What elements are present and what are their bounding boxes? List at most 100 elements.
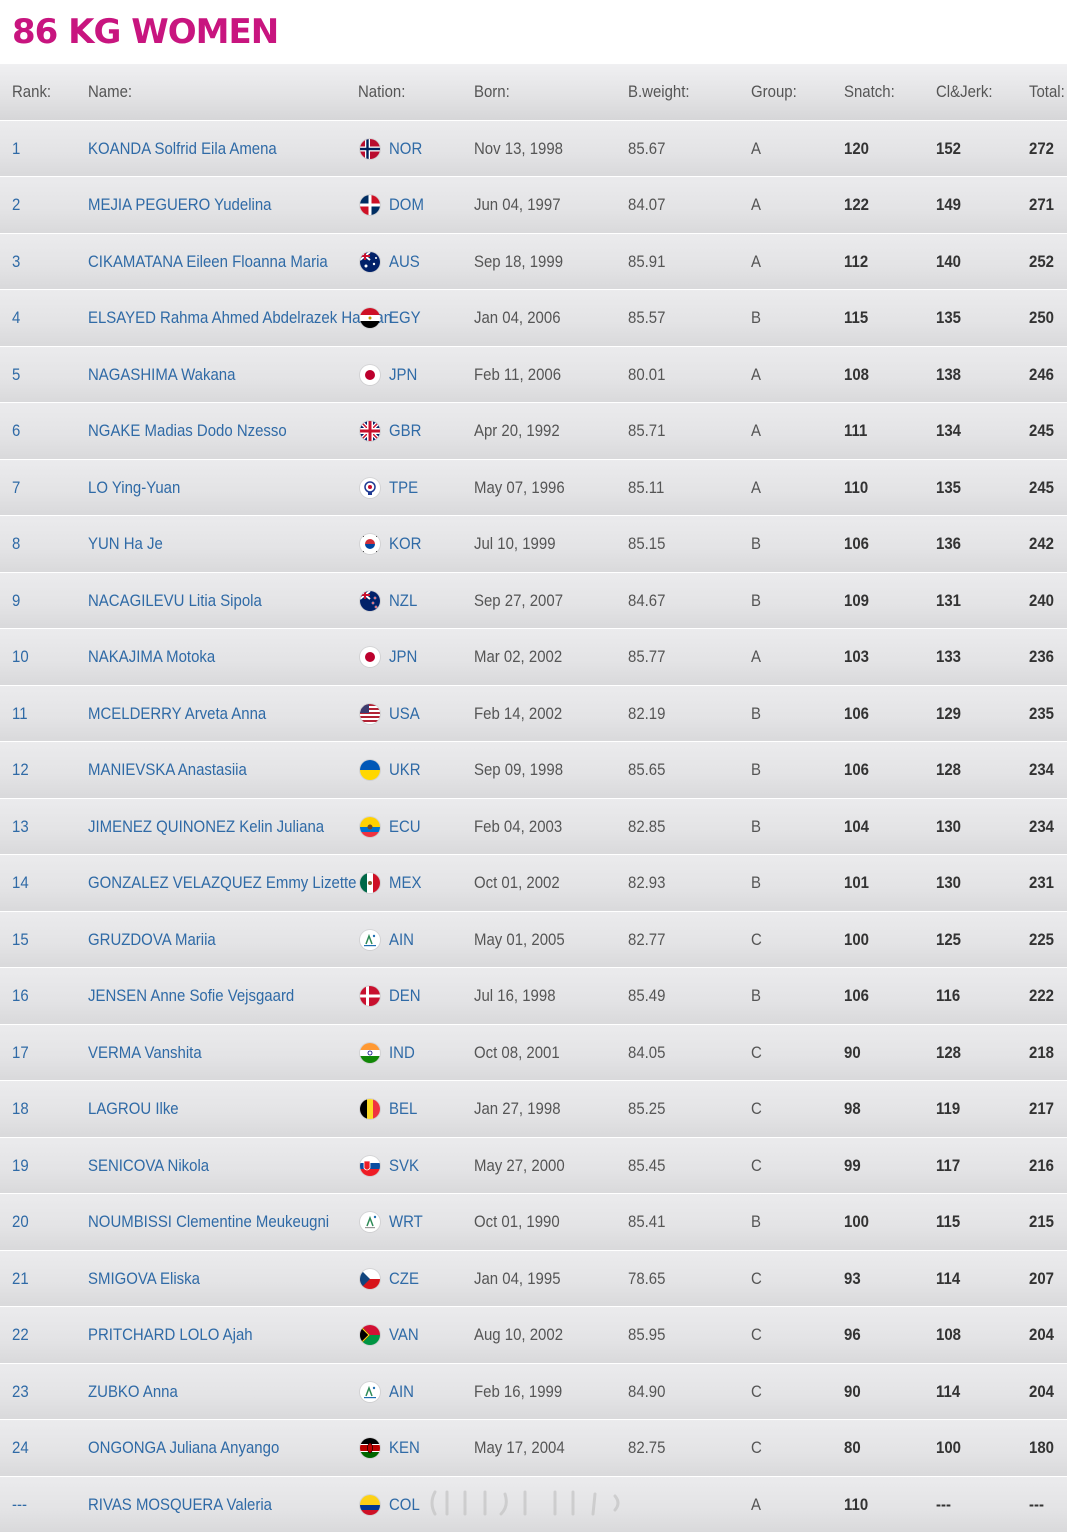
header-clean-jerk[interactable]: Cl&Jerk: [936, 64, 993, 120]
nation-code-link[interactable]: NZL [389, 573, 417, 629]
snatch-cell: 96 [844, 1307, 861, 1363]
group-cell: B [751, 799, 761, 855]
athlete-name-link[interactable]: MANIEVSKA Anastasiia [88, 742, 247, 798]
rank-cell[interactable]: 24 [12, 1420, 29, 1476]
athlete-name-link[interactable]: ONGONGA Juliana Anyango [88, 1420, 279, 1476]
table-row: 16JENSEN Anne Sofie VejsgaardDENJul 16, … [0, 968, 1067, 1025]
snatch-cell: 103 [844, 629, 869, 685]
slovakia-flag-icon [360, 1156, 380, 1176]
rank-cell[interactable]: 20 [12, 1194, 29, 1250]
athlete-name-link[interactable]: RIVAS MOSQUERA Valeria [88, 1477, 272, 1533]
nation-code-link[interactable]: EGY [389, 290, 421, 346]
clean-jerk-cell: 128 [936, 1025, 961, 1081]
athlete-name-link[interactable]: NACAGILEVU Litia Sipola [88, 573, 262, 629]
denmark-flag-icon [360, 986, 380, 1006]
nation-code-link[interactable]: AIN [389, 912, 414, 968]
rank-cell[interactable]: 16 [12, 968, 29, 1024]
header-name[interactable]: Name: [88, 64, 132, 120]
header-bodyweight[interactable]: B.weight: [628, 64, 690, 120]
athlete-name-link[interactable]: SENICOVA Nikola [88, 1138, 209, 1194]
rank-cell[interactable]: --- [12, 1477, 27, 1533]
athlete-name-link[interactable]: JENSEN Anne Sofie Vejsgaard [88, 968, 294, 1024]
header-born[interactable]: Born: [474, 64, 510, 120]
bodyweight-cell: 85.25 [628, 1081, 665, 1137]
athlete-name-link[interactable]: KOANDA Solfrid Eila Amena [88, 121, 277, 177]
athlete-name-link[interactable]: NGAKE Madias Dodo Nzesso [88, 403, 287, 459]
nation-code-link[interactable]: CZE [389, 1251, 419, 1307]
rank-cell[interactable]: 6 [12, 403, 20, 459]
nation-code-link[interactable]: DOM [389, 177, 424, 233]
nation-code-link[interactable]: KEN [389, 1420, 420, 1476]
rank-cell[interactable]: 3 [12, 234, 20, 290]
nation-code-link[interactable]: BEL [389, 1081, 417, 1137]
table-row: 19SENICOVA NikolaSVKMay 27, 200085.45C99… [0, 1138, 1067, 1195]
rank-cell[interactable]: 4 [12, 290, 20, 346]
rank-cell[interactable]: 22 [12, 1307, 29, 1363]
rank-cell[interactable]: 11 [12, 686, 28, 742]
nation-code-link[interactable]: SVK [389, 1138, 419, 1194]
rank-cell[interactable]: 1 [12, 121, 20, 177]
bodyweight-cell: 85.41 [628, 1194, 665, 1250]
header-snatch[interactable]: Snatch: [844, 64, 895, 120]
rank-cell[interactable]: 2 [12, 177, 20, 233]
group-cell: A [751, 347, 761, 403]
rank-cell[interactable]: 15 [12, 912, 29, 968]
nation-code-link[interactable]: KOR [389, 516, 421, 572]
athlete-name-link[interactable]: JIMENEZ QUINONEZ Kelin Juliana [88, 799, 324, 855]
rank-cell[interactable]: 14 [12, 855, 29, 911]
rank-cell[interactable]: 18 [12, 1081, 29, 1137]
nation-code-link[interactable]: UKR [389, 742, 421, 798]
nation-code-link[interactable]: GBR [389, 403, 421, 459]
rank-cell[interactable]: 13 [12, 799, 29, 855]
bodyweight-cell: 85.67 [628, 121, 665, 177]
athlete-name-link[interactable]: VERMA Vanshita [88, 1025, 202, 1081]
header-group[interactable]: Group: [751, 64, 797, 120]
great-britain-flag-icon [360, 421, 380, 441]
nation-code-link[interactable]: AIN [389, 1364, 414, 1420]
nation-code-link[interactable]: COL [389, 1477, 420, 1533]
nation-code-link[interactable]: JPN [389, 629, 417, 685]
nation-code-link[interactable]: AUS [389, 234, 420, 290]
rank-cell[interactable]: 8 [12, 516, 20, 572]
athlete-name-link[interactable]: ZUBKO Anna [88, 1364, 178, 1420]
clean-jerk-cell: 134 [936, 403, 961, 459]
athlete-name-link[interactable]: YUN Ha Je [88, 516, 163, 572]
header-nation[interactable]: Nation: [358, 64, 405, 120]
nation-code-link[interactable]: ECU [389, 799, 421, 855]
athlete-name-link[interactable]: PRITCHARD LOLO Ajah [88, 1307, 253, 1363]
rank-cell[interactable]: 10 [12, 629, 29, 685]
athlete-name-link[interactable]: NAGASHIMA Wakana [88, 347, 235, 403]
nation-code-link[interactable]: VAN [389, 1307, 419, 1363]
rank-cell[interactable]: 7 [12, 460, 20, 516]
nation-code-link[interactable]: IND [389, 1025, 415, 1081]
athlete-name-link[interactable]: ELSAYED Rahma Ahmed Abdelrazek Hassan [88, 290, 392, 346]
born-cell: Jan 27, 1998 [474, 1081, 561, 1137]
rank-cell[interactable]: 17 [12, 1025, 29, 1081]
nation-code-link[interactable]: JPN [389, 347, 417, 403]
athlete-name-link[interactable]: GONZALEZ VELAZQUEZ Emmy Lizette [88, 855, 357, 911]
header-total[interactable]: Total: [1029, 64, 1065, 120]
nation-code-link[interactable]: NOR [389, 121, 422, 177]
rank-cell[interactable]: 12 [12, 742, 29, 798]
nation-code-link[interactable]: DEN [389, 968, 421, 1024]
rank-cell[interactable]: 19 [12, 1138, 29, 1194]
header-rank[interactable]: Rank: [12, 64, 51, 120]
rank-cell[interactable]: 21 [12, 1251, 29, 1307]
athlete-name-link[interactable]: NOUMBISSI Clementine Meukeugni [88, 1194, 329, 1250]
athlete-name-link[interactable]: GRUZDOVA Mariia [88, 912, 216, 968]
athlete-name-link[interactable]: LO Ying-Yuan [88, 460, 180, 516]
rank-cell[interactable]: 9 [12, 573, 20, 629]
athlete-name-link[interactable]: SMIGOVA Eliska [88, 1251, 200, 1307]
athlete-name-link[interactable]: MEJIA PEGUERO Yudelina [88, 177, 271, 233]
nation-code-link[interactable]: TPE [389, 460, 418, 516]
rank-cell[interactable]: 5 [12, 347, 20, 403]
athlete-name-link[interactable]: CIKAMATANA Eileen Floanna Maria [88, 234, 328, 290]
nation-code-link[interactable]: USA [389, 686, 420, 742]
rank-cell[interactable]: 23 [12, 1364, 29, 1420]
snatch-cell: 99 [844, 1138, 861, 1194]
nation-code-link[interactable]: WRT [389, 1194, 423, 1250]
nation-code-link[interactable]: MEX [389, 855, 421, 911]
athlete-name-link[interactable]: NAKAJIMA Motoka [88, 629, 215, 685]
athlete-name-link[interactable]: MCELDERRY Arveta Anna [88, 686, 266, 742]
athlete-name-link[interactable]: LAGROU Ilke [88, 1081, 179, 1137]
